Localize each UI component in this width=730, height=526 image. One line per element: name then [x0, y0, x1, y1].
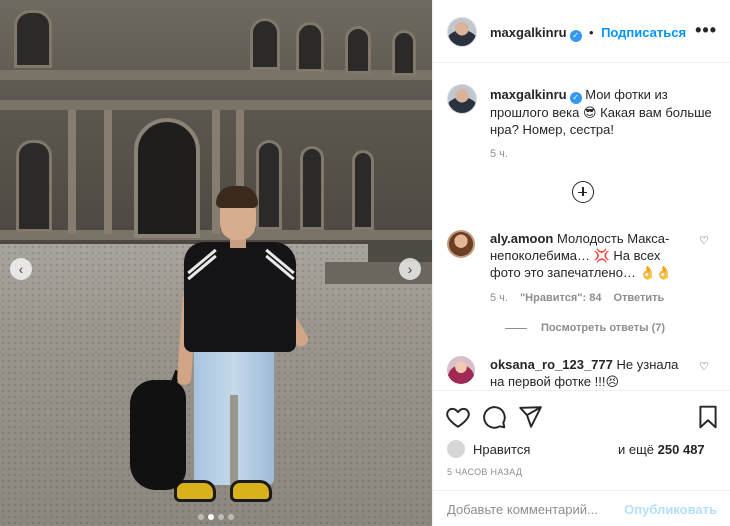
post-header: maxgalkinru ✓ • Подписаться •••: [433, 0, 730, 63]
photo-detail: [14, 10, 52, 68]
comment-time: 5 ч.: [490, 292, 508, 304]
photo-detail: [16, 140, 52, 232]
comment-likes-count[interactable]: "Нравится": 84: [520, 292, 601, 304]
comment-username[interactable]: oksana_ro_123_777: [490, 357, 613, 372]
publish-button[interactable]: Опубликовать: [624, 502, 717, 517]
carousel-dot: [198, 514, 204, 520]
backpack: [130, 380, 186, 490]
comment-bubble-icon[interactable]: [481, 404, 507, 430]
verified-badge-icon: ✓: [569, 92, 582, 104]
carousel-next-button[interactable]: ›: [399, 258, 421, 280]
photo-detail: [0, 100, 432, 110]
caption-body: maxgalkinru ✓ Мои фотки из прошлого века …: [490, 86, 720, 138]
caption-time: 5 ч.: [490, 148, 508, 160]
likes-and-more: и ещё: [618, 442, 655, 457]
chevron-right-icon: ›: [407, 261, 413, 277]
more-options-icon[interactable]: •••: [695, 20, 717, 41]
carousel-dot: [218, 514, 224, 520]
comment-meta: 5 ч. "Нравится": 84 Ответить: [490, 292, 676, 304]
chevron-left-icon: ‹: [18, 261, 24, 277]
likes-number: 250 487: [657, 442, 705, 457]
author-username[interactable]: maxgalkinru: [490, 25, 567, 40]
post-panel: maxgalkinru ✓ • Подписаться ••• maxgalkin…: [432, 0, 730, 526]
photo-person: [130, 180, 311, 515]
photo-detail: [296, 22, 324, 72]
photo-detail: [352, 150, 374, 230]
comment-like-heart-icon[interactable]: ♡: [699, 234, 709, 247]
comment-like-heart-icon[interactable]: ♡: [699, 360, 709, 373]
commenter-avatar[interactable]: [447, 230, 475, 258]
save-bookmark-icon[interactable]: [695, 404, 721, 430]
photo-detail: [250, 18, 280, 70]
actions-divider: [433, 390, 730, 391]
likes-label[interactable]: Нравится: [473, 442, 530, 457]
reply-button[interactable]: Ответить: [613, 292, 664, 304]
photo-detail: [230, 480, 272, 502]
follow-button[interactable]: Подписаться: [601, 25, 686, 40]
photo-detail: [230, 395, 238, 485]
photo-detail: [104, 110, 112, 234]
photo-detail: [68, 110, 76, 234]
photo-detail: [216, 186, 258, 208]
post-time-ago[interactable]: 5 часов назад: [447, 467, 522, 477]
likes-count[interactable]: и ещё 250 487: [618, 442, 705, 457]
comment-body: aly.amoon Молодость Макса-непоколебима… …: [490, 230, 690, 281]
post-photo[interactable]: ‹ ›: [0, 0, 432, 526]
caption-username[interactable]: maxgalkinru: [490, 87, 567, 102]
carousel-dots: [0, 514, 432, 520]
photo-detail: [345, 26, 371, 74]
comment-body: oksana_ro_123_777 Не узнала на первой фо…: [490, 356, 690, 390]
carousel-dot: [228, 514, 234, 520]
separator-dot: •: [589, 25, 594, 40]
view-replies-button[interactable]: Посмотреть ответы (7): [505, 322, 665, 334]
like-heart-icon[interactable]: [445, 404, 471, 430]
comment-form: Опубликовать: [433, 490, 730, 526]
carousel-dot-active: [208, 514, 214, 520]
commenter-avatar[interactable]: [447, 356, 475, 384]
comment-input[interactable]: [447, 499, 627, 519]
author-avatar[interactable]: [447, 17, 477, 47]
photo-detail: [392, 30, 416, 76]
verified-badge-icon: ✓: [569, 30, 582, 42]
load-more-comments-button[interactable]: [572, 181, 594, 203]
comment-username[interactable]: aly.amoon: [490, 231, 553, 246]
share-paper-plane-icon[interactable]: [517, 404, 543, 430]
liker-avatar[interactable]: [447, 440, 465, 458]
carousel-prev-button[interactable]: ‹: [10, 258, 32, 280]
header-user: maxgalkinru ✓ • Подписаться: [490, 24, 686, 42]
caption-avatar[interactable]: [447, 84, 477, 114]
